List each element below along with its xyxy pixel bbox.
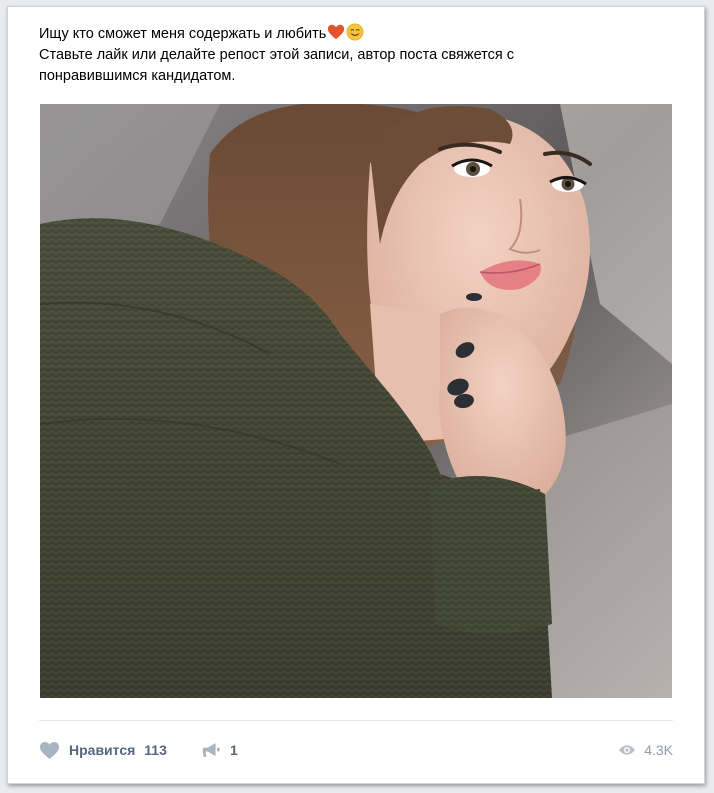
share-count: 1 (230, 742, 238, 758)
post-text-line-3: понравившимся кандидатом. (39, 68, 236, 84)
like-label: Нравится (69, 742, 136, 758)
post-text-line-1-text: Ищу кто сможет меня содержать и любить (39, 26, 327, 42)
heart-emoji-icon (328, 24, 345, 40)
heart-icon (40, 741, 59, 759)
like-count: 113 (144, 742, 167, 758)
megaphone-icon (202, 742, 220, 757)
smiling-face-emoji-icon (346, 23, 364, 41)
views-count: 4.3K (644, 742, 673, 758)
post-actions-bar: Нравится 113 1 4.3K (39, 737, 673, 763)
post-text: Ищу кто сможет меня содержать и любить С… (39, 23, 679, 87)
like-button[interactable]: Нравится 113 (39, 737, 167, 763)
eye-icon (619, 745, 636, 755)
selfie-photo-image (40, 104, 672, 698)
post-text-line-2: Ставьте лайк или делайте репост этой зап… (39, 47, 515, 63)
post-card: Ищу кто сможет меня содержать и любить С… (7, 6, 705, 784)
views-indicator: 4.3K (618, 737, 673, 763)
share-button[interactable]: 1 (201, 737, 238, 763)
post-text-line-1: Ищу кто сможет меня содержать и любить (39, 23, 679, 45)
post-photo[interactable] (40, 104, 672, 698)
actions-divider (39, 720, 673, 721)
